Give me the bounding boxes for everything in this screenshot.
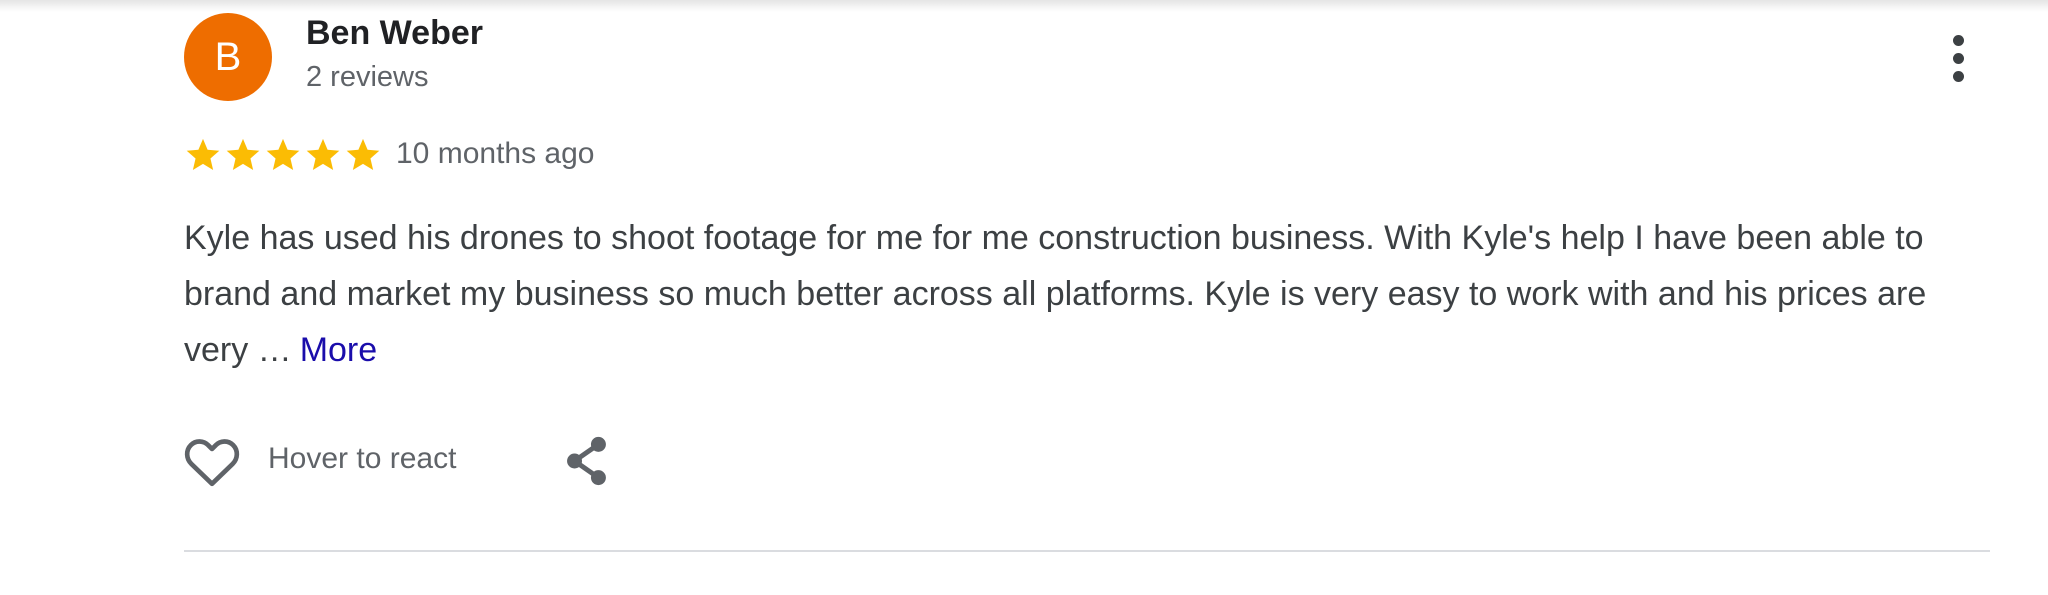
review-date: 10 months ago	[396, 137, 595, 170]
share-icon[interactable]	[562, 434, 612, 488]
heart-outline-icon[interactable]	[182, 434, 242, 488]
star-icon	[226, 138, 260, 171]
star-rating	[184, 136, 382, 174]
menu-dot	[1952, 34, 1964, 46]
avatar[interactable]: B	[184, 13, 272, 101]
review-body: Kyle has used his drones to shoot footag…	[184, 219, 1927, 369]
menu-dot	[1952, 52, 1964, 64]
reviewer-review-count[interactable]: 2 reviews	[306, 61, 429, 94]
review-card: B Ben Weber 2 reviews 10 months ago Kyle…	[0, 0, 2048, 595]
review-text: Kyle has used his drones to shoot footag…	[184, 210, 1984, 378]
top-shadow	[0, 0, 2048, 12]
divider	[184, 550, 1990, 552]
reviewer-name[interactable]: Ben Weber	[306, 14, 483, 53]
star-icon	[186, 138, 220, 171]
star-icon	[346, 138, 380, 171]
avatar-letter: B	[214, 35, 242, 79]
star-icon	[306, 138, 340, 171]
menu-dot	[1952, 70, 1964, 82]
more-link[interactable]: More	[300, 331, 377, 369]
star-icon	[266, 138, 300, 171]
react-label[interactable]: Hover to react	[268, 442, 456, 476]
more-vert-icon[interactable]	[1940, 28, 1976, 88]
